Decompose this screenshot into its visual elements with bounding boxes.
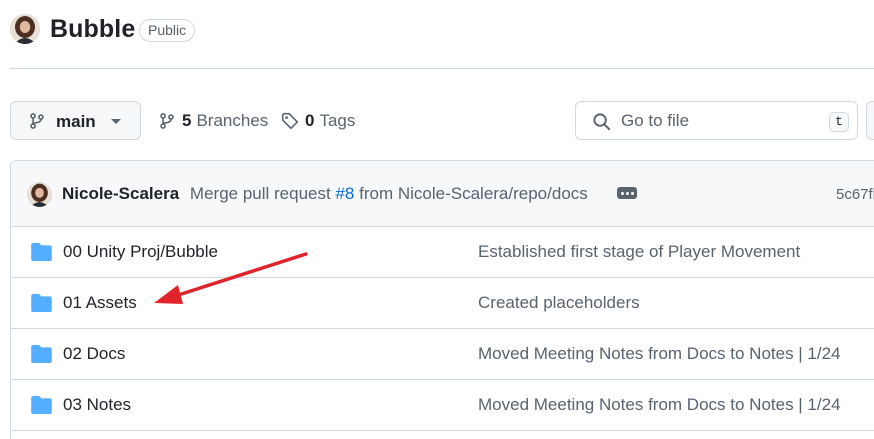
commit-summary: Nicole-Scalera Merge pull request #8 fro… [62,184,588,204]
file-commit-message[interactable]: Moved Meeting Notes from Docs to Notes |… [478,344,841,364]
header-divider [10,68,874,69]
shortcut-hint: t [829,112,849,132]
folder-icon [31,294,52,312]
tags-link[interactable]: 0 Tags [281,110,355,132]
folder-icon [31,243,52,261]
branch-selector-button[interactable]: main [10,101,141,140]
commit-message-prefix[interactable]: Merge pull request [190,184,331,203]
tags-count: 0 [305,111,315,130]
file-name[interactable]: 03 Notes [63,395,131,415]
file-commit-message[interactable]: Moved Meeting Notes from Docs to Notes |… [478,395,841,415]
latest-commit-bar: Nicole-Scalera Merge pull request #8 fro… [11,161,874,227]
branches-label: Branches [196,111,269,130]
visibility-badge: Public [139,19,196,42]
file-table: Nicole-Scalera Merge pull request #8 fro… [10,160,874,439]
owner-avatar[interactable] [10,14,40,44]
file-row[interactable]: 02 Docs Moved Meeting Notes from Docs to… [11,329,874,380]
tags-label: Tags [319,111,356,130]
file-row[interactable]: 03 Notes Moved Meeting Notes from Docs t… [11,380,874,431]
commit-message-suffix[interactable]: from Nicole-Scalera/repo/docs [359,184,588,203]
search-icon [593,113,611,131]
branches-count: 5 [182,111,192,130]
git-branch-icon [30,113,44,129]
file-commit-message[interactable]: Created placeholders [478,293,640,313]
go-to-file-input[interactable] [621,109,821,133]
pull-request-link[interactable]: #8 [335,184,354,203]
file-row[interactable]: 01 Assets Created placeholders [11,278,874,329]
commit-sha[interactable]: 5c67fb [836,186,874,203]
file-name[interactable]: 01 Assets [63,293,137,313]
folder-icon [31,396,52,414]
repo-name[interactable]: Bubble [50,15,135,44]
file-commit-message[interactable]: Established first stage of Player Moveme… [478,242,800,262]
branches-link[interactable]: 5 Branches [158,110,268,132]
tag-icon [281,112,299,130]
repo-header: Bubble Public [0,0,874,70]
commit-author-avatar[interactable] [27,182,52,207]
branch-name: main [56,112,96,131]
file-name[interactable]: 00 Unity Proj/Bubble [63,242,218,262]
commit-author[interactable]: Nicole-Scalera [62,184,179,203]
go-to-file-box[interactable]: t [575,101,858,140]
kebab-horizontal-icon[interactable] [617,187,637,199]
git-branch-icon [160,113,174,129]
folder-icon [31,345,52,363]
file-name[interactable]: 02 Docs [63,344,125,364]
file-row[interactable]: 00 Unity Proj/Bubble Established first s… [11,227,874,278]
add-file-button[interactable] [866,101,874,140]
chevron-down-icon [111,119,121,124]
